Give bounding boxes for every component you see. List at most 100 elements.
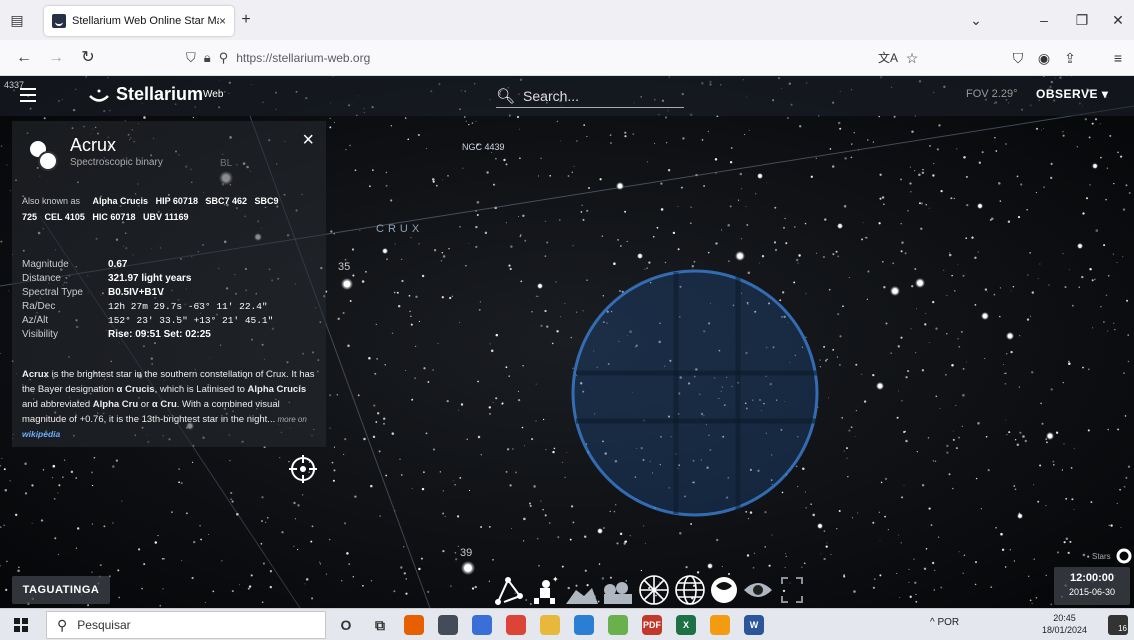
tab-list-icon[interactable]: ▤ <box>8 10 26 30</box>
atmosphere-icon[interactable] <box>604 582 632 604</box>
chevron-down-icon[interactable]: ⌄ <box>966 10 986 30</box>
center-target-icon[interactable] <box>289 455 317 483</box>
taskbar-search-input[interactable]: ⚲ Pesquisar <box>46 611 326 639</box>
url-bar[interactable]: ⛉ 🔒︎ ⚲ https://stellarium-web.org <box>186 44 926 72</box>
browser-tab[interactable]: Stellarium Web Online Star Map × <box>44 6 234 36</box>
share-icon[interactable]: ⇪ <box>1060 48 1080 68</box>
property-key: Spectral Type <box>22 287 83 298</box>
bright-star-core <box>818 524 822 528</box>
search-icon: 🔍︎ <box>496 87 516 105</box>
logo-sup: Web <box>203 89 224 100</box>
equatorial-grid-icon[interactable] <box>675 575 705 605</box>
observe-button[interactable]: OBSERVE ▾ <box>1036 87 1108 101</box>
bright-star-core <box>538 284 542 288</box>
fullscreen-icon[interactable] <box>781 577 803 603</box>
datetime-button[interactable]: 12:00:00 2015-06-30 <box>1054 567 1130 605</box>
restore-icon[interactable]: ❐ <box>1072 10 1092 30</box>
windows-start-icon[interactable] <box>14 618 28 632</box>
shield-icon[interactable]: ⛉ <box>186 50 196 66</box>
firefox-icon[interactable] <box>404 615 424 635</box>
notepad-icon[interactable] <box>608 615 628 635</box>
clock-date: 18/01/2024 <box>1042 625 1088 635</box>
dso-eye-icon[interactable] <box>744 583 772 597</box>
property-value: 12h 27m 29.7s -63° 11' 22.4" <box>108 301 268 312</box>
excel-icon[interactable]: X <box>676 615 696 635</box>
close-window-icon[interactable]: ✕ <box>1108 10 1128 30</box>
desc-bold: α Crucis <box>116 384 155 395</box>
lock-icon[interactable]: 🔒︎ <box>204 50 211 66</box>
property-value: 321.97 light years <box>108 273 192 284</box>
ngc-label: NGC 4439 <box>462 142 505 152</box>
date-display: 2015-06-30 <box>1068 587 1116 597</box>
stars-label: Stars <box>1092 552 1111 561</box>
system-tray[interactable]: ^ POR <box>930 617 959 628</box>
word-icon[interactable]: W <box>744 615 764 635</box>
bright-star-core <box>758 174 762 178</box>
notification-icon[interactable]: 16 <box>1108 615 1128 635</box>
location-button[interactable]: TAGUATINGA <box>12 576 110 604</box>
app-icon[interactable] <box>472 615 492 635</box>
stellarium-logo: Stellarium Web <box>88 84 223 105</box>
reload-icon[interactable]: ↻ <box>78 48 98 68</box>
clock-time: 20:45 <box>1053 613 1076 623</box>
close-icon[interactable]: × <box>302 129 314 152</box>
pocket-icon[interactable]: ⛉ <box>1008 48 1028 68</box>
fov-indicator: FOV 2.29° <box>966 88 1018 100</box>
tab-close-icon[interactable]: × <box>219 14 226 28</box>
task-view-icon[interactable]: ⧉ <box>370 615 390 635</box>
url-text[interactable]: https://stellarium-web.org <box>236 51 370 65</box>
file-explorer-icon[interactable] <box>540 615 560 635</box>
translate-icon[interactable]: 文A <box>878 48 898 68</box>
svg-text:✦: ✦ <box>552 575 559 584</box>
forward-icon[interactable]: → <box>46 48 66 68</box>
app-toolbar: 4337 Stellarium Web 🔍︎ Search... FOV 2.29… <box>0 76 1134 116</box>
bright-star-core <box>1078 244 1082 248</box>
chevron-down-icon: ▾ <box>1101 87 1109 101</box>
aka-name: HIP 60718 <box>155 196 198 206</box>
azimuthal-grid-icon[interactable] <box>639 575 669 605</box>
nebulae-icon[interactable] <box>711 577 737 603</box>
wikipedia-link[interactable]: wikipedia <box>22 429 60 439</box>
property-key: Magnitude <box>22 259 69 270</box>
aka-label: Also known as <box>22 196 81 206</box>
chrome-icon[interactable] <box>506 615 526 635</box>
bright-star-core <box>1047 433 1053 439</box>
bright-star-core <box>1018 514 1022 518</box>
search-icon: ⚲ <box>57 616 68 633</box>
aka-name: CEL 4105 <box>44 212 85 222</box>
app-blue-icon[interactable] <box>574 615 594 635</box>
constellation-art-icon[interactable]: ✦ <box>534 575 559 604</box>
bright-star-core <box>708 564 712 568</box>
stellarium-icon[interactable] <box>438 615 458 635</box>
aka-name: SBC7 462 <box>205 196 247 206</box>
sky-search-input[interactable]: 🔍︎ Search... <box>496 84 684 108</box>
bright-star-core <box>737 253 743 259</box>
account-icon[interactable]: ◉ <box>1034 48 1054 68</box>
bookmark-star-icon[interactable]: ☆ <box>902 48 922 68</box>
bright-star-core <box>1007 333 1013 339</box>
bright-star-core <box>383 249 387 253</box>
logo-text: Stellarium <box>116 84 204 104</box>
property-row: Visibility Rise: 09:51 Set: 02:25 <box>22 329 312 343</box>
property-key: Distance <box>22 273 61 284</box>
property-key: Visibility <box>22 329 58 340</box>
hamburger-menu-icon[interactable] <box>20 88 36 102</box>
vlc-icon[interactable] <box>710 615 730 635</box>
pdf-icon[interactable]: PDF <box>642 615 662 635</box>
new-tab-button[interactable]: + <box>236 10 256 30</box>
taskbar-clock[interactable]: 20:45 18/01/2024 <box>1042 612 1087 636</box>
taskbar-search-placeholder: Pesquisar <box>77 618 131 632</box>
back-icon[interactable]: ← <box>14 48 34 68</box>
property-value: Rise: 09:51 Set: 02:25 <box>108 329 211 340</box>
permissions-icon[interactable]: ⚲ <box>219 50 229 66</box>
cortana-icon[interactable]: O <box>336 615 356 635</box>
landscape-icon[interactable] <box>566 588 598 604</box>
object-info-panel: × Acrux Spectroscopic binary Also known … <box>12 121 326 447</box>
desc-text: or <box>138 399 152 410</box>
stars-toggle-icon[interactable] <box>1116 548 1132 564</box>
constellation-lines-icon[interactable] <box>495 577 523 605</box>
also-known-as: Also known as Alpha Crucis HIP 60718 SBC… <box>22 193 292 225</box>
menu-icon[interactable]: ≡ <box>1108 48 1128 68</box>
minimize-icon[interactable]: – <box>1034 10 1054 30</box>
property-key: Az/Alt <box>22 315 49 326</box>
